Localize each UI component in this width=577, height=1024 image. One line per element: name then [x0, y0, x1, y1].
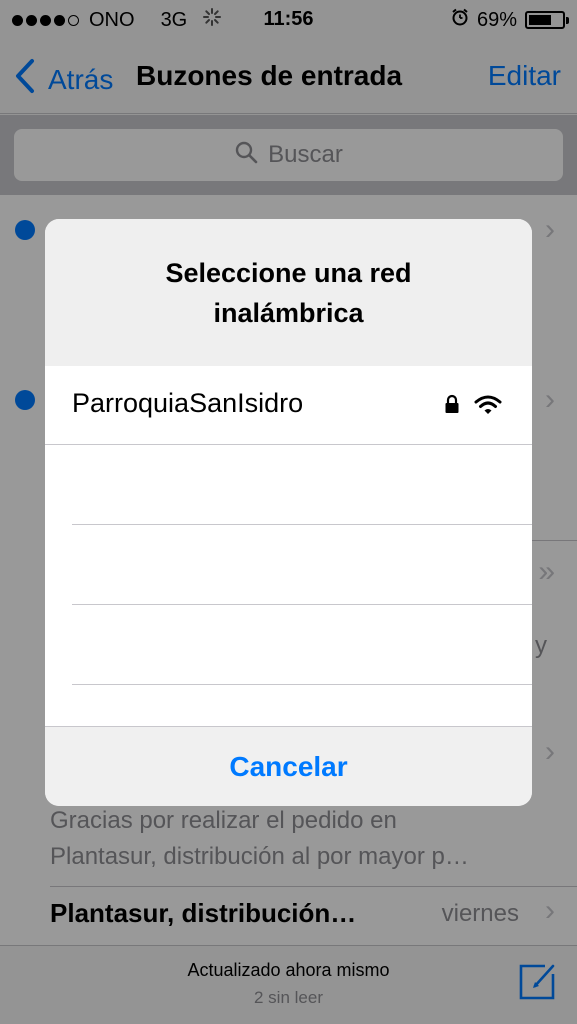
cancel-button[interactable]: Cancelar [45, 726, 532, 806]
network-name: ParroquiaSanIsidro [72, 388, 304, 418]
lock-icon [444, 394, 460, 419]
network-list: ParroquiaSanIsidro [45, 366, 532, 726]
wifi-picker-dialog: Seleccione una red inalámbrica Parroquia… [45, 219, 532, 806]
dialog-title: Seleccione una red inalámbrica [45, 219, 532, 366]
empty-network-row [72, 525, 532, 605]
network-row[interactable]: ParroquiaSanIsidro [45, 366, 532, 445]
empty-network-row [72, 445, 532, 525]
wifi-signal-icon [474, 394, 502, 421]
empty-network-row [72, 605, 532, 685]
